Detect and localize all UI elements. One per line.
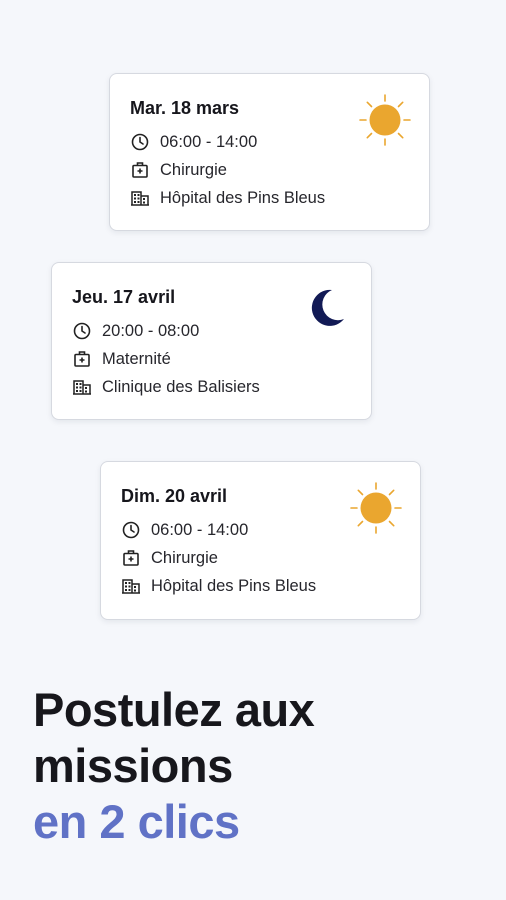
mission-date: Dim. 20 avril [121, 486, 228, 506]
mission-place: Hôpital des Pins Bleus [121, 575, 316, 597]
mission-service: Chirurgie [121, 547, 218, 569]
moon-icon [311, 289, 344, 326]
headline-line-3: en 2 clics [33, 795, 240, 848]
mission-card[interactable]: Mar. 18 mars 06:00 - 14:00 Chirurgie Hôp… [109, 73, 430, 231]
mission-card[interactable]: Dim. 20 avril 06:00 - 14:00 Chirurgie Hô… [100, 461, 421, 620]
mission-date: Mar. 18 mars [130, 98, 240, 118]
mission-card[interactable]: Jeu. 17 avril 20:00 - 08:00 Maternité Cl… [51, 262, 372, 420]
mission-place-text: Hôpital des Pins Bleus [160, 188, 326, 207]
mission-service: Maternité [72, 348, 171, 370]
medical-kit-icon [130, 160, 150, 180]
mission-time-text: 06:00 - 14:00 [151, 520, 249, 539]
mission-service: Chirurgie [130, 159, 227, 181]
building-icon [121, 576, 141, 596]
mission-time: 06:00 - 14:00 [130, 131, 257, 153]
mission-service-text: Chirurgie [160, 160, 227, 179]
headline-line-1: Postulez aux [33, 683, 315, 736]
mission-date: Jeu. 17 avril [72, 287, 176, 307]
mission-time-text: 20:00 - 08:00 [102, 321, 200, 340]
mission-place-text: Clinique des Balisiers [102, 377, 260, 396]
sun-icon [350, 482, 402, 534]
mission-time: 20:00 - 08:00 [72, 320, 199, 342]
headline-line-2: missions [33, 739, 233, 792]
mission-place: Hôpital des Pins Bleus [130, 187, 325, 209]
mission-place-text: Hôpital des Pins Bleus [151, 576, 317, 595]
headline: Postulez aux missions en 2 clics [33, 682, 315, 850]
mission-time-text: 06:00 - 14:00 [160, 132, 258, 151]
mission-time: 06:00 - 14:00 [121, 519, 248, 541]
clock-icon [72, 321, 92, 341]
sun-icon [359, 94, 411, 146]
clock-icon [130, 132, 150, 152]
building-icon [72, 377, 92, 397]
mission-place: Clinique des Balisiers [72, 376, 260, 398]
clock-icon [121, 520, 141, 540]
mission-service-text: Maternité [102, 349, 171, 368]
mission-service-text: Chirurgie [151, 548, 218, 567]
building-icon [130, 188, 150, 208]
medical-kit-icon [121, 548, 141, 568]
medical-kit-icon [72, 349, 92, 369]
